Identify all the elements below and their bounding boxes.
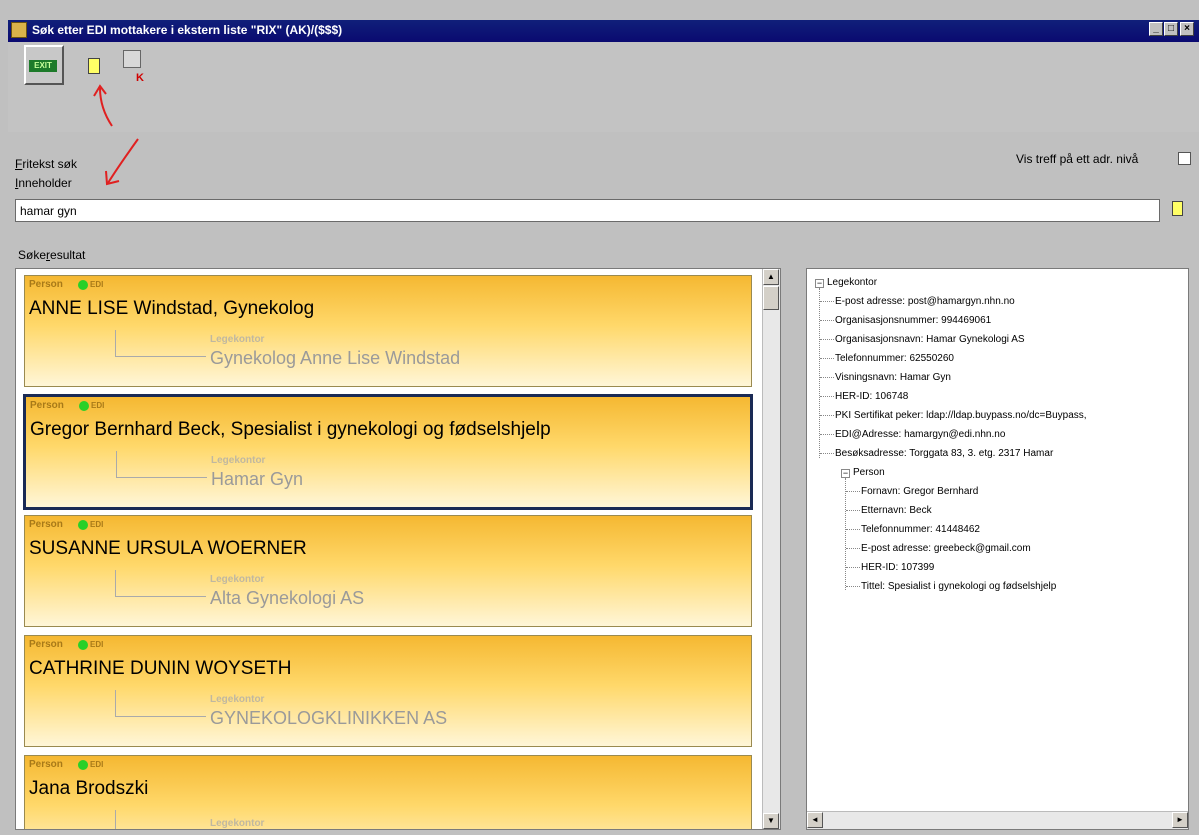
- collapse-icon[interactable]: −: [841, 469, 850, 478]
- app-icon: [11, 22, 27, 38]
- tree-node[interactable]: PKI Sertifikat peker: ldap://ldap.buypas…: [835, 406, 1087, 425]
- exit-button[interactable]: EXIT: [24, 45, 64, 85]
- title-bar: Søk etter EDI mottakere i ekstern liste …: [8, 20, 1199, 42]
- item-sublabel: Legekontor: [210, 818, 265, 829]
- edi-label: EDI: [90, 280, 104, 289]
- item-type: Person: [29, 639, 63, 650]
- edi-label: EDI: [90, 640, 104, 649]
- item-type: Person: [29, 759, 63, 770]
- list-item-selected[interactable]: Person EDI Gregor Bernhard Beck, Spesial…: [23, 394, 753, 510]
- shortcut-label-k: K: [136, 72, 144, 84]
- item-org: GYNEKOLOGKLINIKKEN AS: [210, 708, 448, 728]
- tree-connector: [115, 690, 206, 717]
- minimize-button[interactable]: _: [1149, 22, 1163, 36]
- tree-line: [845, 478, 846, 590]
- tree-node[interactable]: E-post adresse: greebeck@gmail.com: [861, 539, 1031, 558]
- toolbar: EXIT K: [8, 42, 1199, 132]
- results-label: Søkeresultat: [18, 248, 86, 262]
- tree-node[interactable]: Telefonnummer: 41448462: [861, 520, 980, 539]
- edi-status-icon: [78, 520, 88, 530]
- tree-node[interactable]: HER-ID: 106748: [835, 387, 908, 406]
- collapse-icon[interactable]: −: [815, 279, 824, 288]
- tree-node[interactable]: E-post adresse: post@hamargyn.nhn.no: [835, 292, 1015, 311]
- tree-node[interactable]: Etternavn: Beck: [861, 501, 932, 520]
- item-type: Person: [29, 519, 63, 530]
- annotation-arrow-icon: [93, 84, 113, 127]
- item-org: Gynekolog Anne Lise Windstad: [210, 348, 461, 368]
- item-name: Jana Brodszki: [29, 778, 149, 799]
- fritekst-label: Fritekst søk: [15, 157, 78, 171]
- exit-label: EXIT: [29, 60, 57, 72]
- list-item[interactable]: Person EDI Jana Brodszki Legekontor: [24, 755, 752, 829]
- item-sublabel: Legekontor: [210, 694, 265, 705]
- tree-node[interactable]: Telefonnummer: 62550260: [835, 349, 954, 368]
- edi-label: EDI: [90, 760, 104, 769]
- item-name: SUSANNE URSULA WOERNER: [29, 538, 307, 559]
- edi-status-icon: [78, 760, 88, 770]
- edi-status-icon: [79, 401, 89, 411]
- item-org: Hamar Gyn: [211, 469, 304, 489]
- tree-node[interactable]: Visningsnavn: Hamar Gyn: [835, 368, 951, 387]
- edi-label: EDI: [90, 520, 104, 529]
- adr-level-checkbox[interactable]: [1178, 152, 1191, 165]
- tree-connector: [116, 451, 207, 478]
- results-scrollbar[interactable]: ▲ ▼: [762, 269, 780, 829]
- scroll-thumb[interactable]: [763, 286, 779, 310]
- clear-search-icon[interactable]: [123, 50, 141, 68]
- list-item[interactable]: Person EDI SUSANNE URSULA WOERNER Legeko…: [24, 515, 752, 627]
- tree-root[interactable]: Legekontor: [827, 273, 877, 292]
- tree-node[interactable]: Besøksadresse: Torggata 83, 3. etg. 2317…: [835, 444, 1053, 463]
- inneholder-label: Inneholder: [15, 176, 72, 190]
- checkbox-label: Vis treff på ett adr. nivå: [1016, 152, 1139, 166]
- scroll-left-icon[interactable]: ◄: [807, 812, 823, 828]
- tree-person-node[interactable]: Person: [853, 463, 885, 482]
- tree-node[interactable]: Tittel: Spesialist i gynekologi og fødse…: [861, 577, 1056, 596]
- item-name: Gregor Bernhard Beck, Spesialist i gynek…: [30, 419, 551, 440]
- tree-line: [819, 288, 820, 458]
- tree-node[interactable]: HER-ID: 107399: [861, 558, 934, 577]
- edi-label: EDI: [91, 401, 105, 410]
- item-name: CATHRINE DUNIN WOYSETH: [29, 658, 292, 679]
- item-sublabel: Legekontor: [210, 574, 265, 585]
- close-button[interactable]: ×: [1180, 22, 1194, 36]
- edi-status-icon: [78, 640, 88, 650]
- tree-node[interactable]: Organisasjonsnavn: Hamar Gynekologi AS: [835, 330, 1025, 349]
- list-item[interactable]: Person EDI ANNE LISE Windstad, Gynekolog…: [24, 275, 752, 387]
- tree-connector: [115, 330, 206, 357]
- item-sublabel: Legekontor: [210, 334, 265, 345]
- annotation-arrow-icon: [105, 138, 139, 186]
- tree-node[interactable]: Fornavn: Gregor Bernhard: [861, 482, 978, 501]
- item-type: Person: [30, 400, 64, 411]
- list-item[interactable]: Person EDI CATHRINE DUNIN WOYSETH Legeko…: [24, 635, 752, 747]
- scroll-down-icon[interactable]: ▼: [763, 813, 779, 829]
- tree-connector: [115, 570, 206, 597]
- search-icon[interactable]: [1172, 201, 1183, 216]
- tree-connector: [115, 810, 206, 829]
- maximize-button[interactable]: □: [1164, 22, 1178, 36]
- tree-node[interactable]: Organisasjonsnummer: 994469061: [835, 311, 991, 330]
- item-org: Alta Gynekologi AS: [210, 588, 365, 608]
- details-tree[interactable]: − Legekontor E-post adresse: post@hamarg…: [806, 268, 1189, 830]
- results-list[interactable]: Person EDI ANNE LISE Windstad, Gynekolog…: [15, 268, 781, 830]
- item-sublabel: Legekontor: [211, 455, 266, 466]
- tree-node[interactable]: EDI@Adresse: hamargyn@edi.nhn.no: [835, 425, 1005, 444]
- search-input[interactable]: [15, 199, 1160, 222]
- window-title: Søk etter EDI mottakere i ekstern liste …: [32, 23, 343, 37]
- item-name: ANNE LISE Windstad, Gynekolog: [29, 298, 315, 319]
- scroll-up-icon[interactable]: ▲: [763, 269, 779, 285]
- item-type: Person: [29, 279, 63, 290]
- search-icon[interactable]: [88, 58, 100, 74]
- details-hscrollbar[interactable]: ◄ ►: [807, 811, 1188, 829]
- edi-status-icon: [78, 280, 88, 290]
- scroll-right-icon[interactable]: ►: [1172, 812, 1188, 828]
